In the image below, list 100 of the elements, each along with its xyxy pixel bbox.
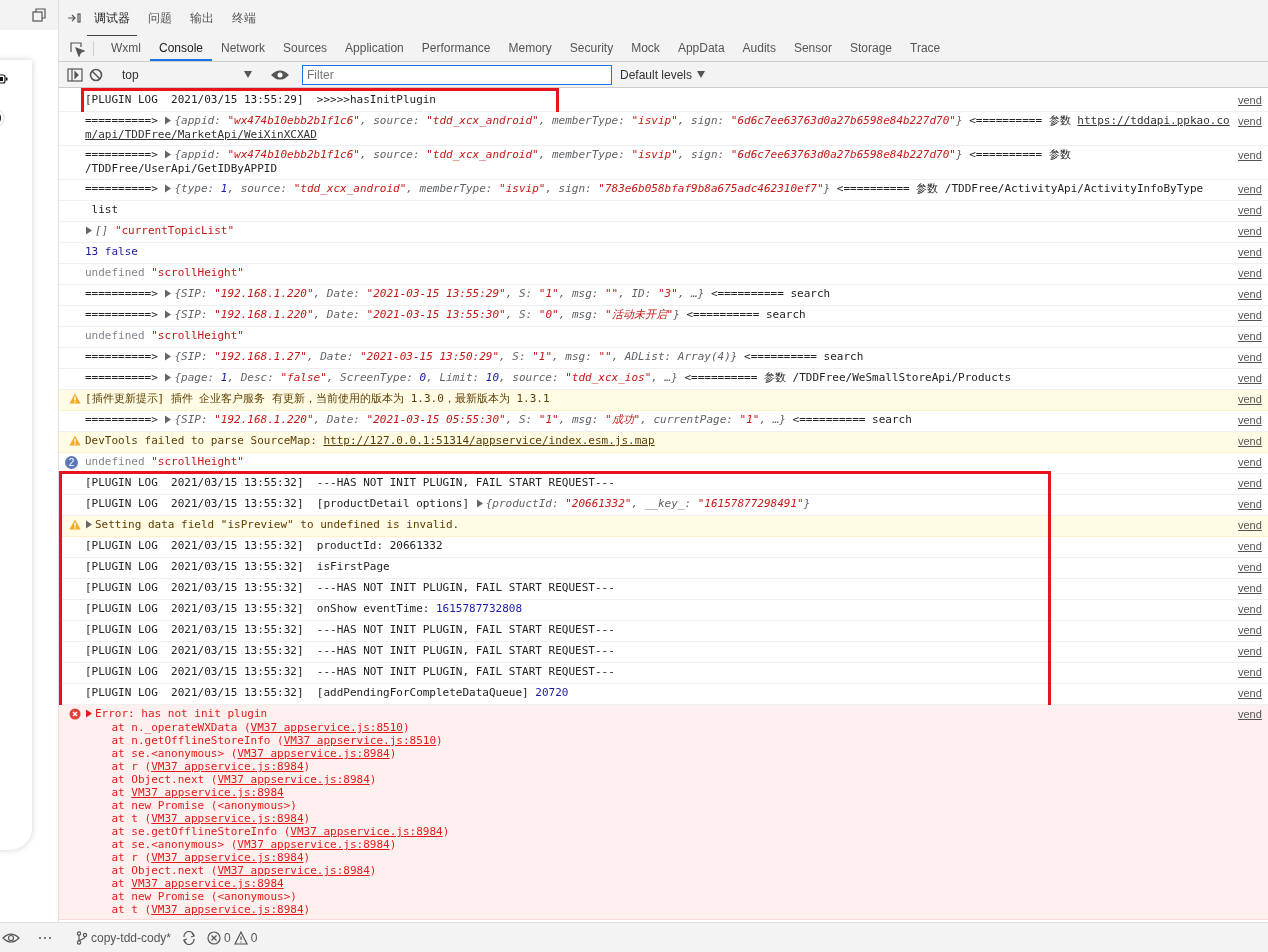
source-link[interactable]: vend	[1238, 246, 1262, 258]
url-link[interactable]: http://127.0.0.1:51314/appservice/index.esm.js.map	[323, 434, 655, 447]
string-value: "192.168.1.220"	[214, 287, 314, 300]
source-link[interactable]: vend	[1238, 477, 1262, 489]
file-link[interactable]: VM37 appservice.js:8984	[151, 812, 304, 825]
source-link[interactable]: vend	[1238, 708, 1262, 720]
url-link[interactable]: m/api/TDDFree/MarketApi/WeiXinXCXAD	[85, 128, 317, 141]
source-link[interactable]: vend	[1238, 94, 1262, 106]
source-link[interactable]: vend	[1238, 435, 1262, 447]
levels-dropdown[interactable]: Default levels	[620, 67, 706, 82]
object-preview-text: , …}	[677, 287, 705, 300]
string-value: "192.168.1.220"	[214, 308, 314, 321]
file-link[interactable]: VM37 appservice.js:8984	[151, 851, 304, 864]
eye-icon[interactable]	[271, 68, 289, 81]
expand-toggle-icon[interactable]	[164, 289, 173, 298]
source-link[interactable]: vend	[1238, 624, 1262, 636]
source-link[interactable]: vend	[1238, 582, 1262, 594]
branch-status[interactable]: copy-tdd-cody*	[76, 930, 172, 945]
devtools-tab[interactable]: Storage	[840, 36, 901, 61]
panel-tab[interactable]: 终端	[225, 0, 263, 37]
sidebar-toggle-icon[interactable]	[67, 67, 83, 82]
more-icon[interactable]	[38, 935, 52, 940]
source-link[interactable]: vend	[1238, 149, 1262, 161]
object-preview-text: , memberType:	[538, 148, 626, 161]
file-link[interactable]: VM37 appservice.js:8984	[151, 760, 304, 773]
source-link[interactable]: vend	[1238, 456, 1262, 468]
devtools-tab[interactable]: Application	[336, 36, 413, 61]
panel-tab[interactable]: 输出	[183, 0, 221, 37]
panel-tab[interactable]: 问题	[141, 0, 179, 37]
devtools-tab[interactable]: Memory	[499, 36, 561, 61]
source-link[interactable]: vend	[1238, 225, 1262, 237]
devtools-tab[interactable]: Network	[212, 36, 275, 61]
devtools-tab[interactable]: Sensor	[784, 36, 841, 61]
source-link[interactable]: vend	[1238, 666, 1262, 678]
source-link[interactable]: vend	[1238, 309, 1262, 321]
window-restore-icon[interactable]	[32, 8, 46, 22]
expand-toggle-icon[interactable]	[85, 226, 93, 235]
object-preview-text: []	[95, 224, 110, 237]
expand-toggle-icon[interactable]	[164, 373, 173, 382]
expand-toggle-icon[interactable]	[164, 310, 173, 319]
devtools-tab[interactable]: Audits	[733, 36, 785, 61]
source-link[interactable]: vend	[1238, 183, 1262, 195]
source-link[interactable]: vend	[1238, 603, 1262, 615]
source-link[interactable]: vend	[1238, 393, 1262, 405]
source-link[interactable]: vend	[1238, 498, 1262, 510]
object-preview-text: , Date:	[306, 350, 355, 363]
error-text: at r (	[110, 851, 152, 864]
source-link[interactable]: vend	[1238, 115, 1262, 127]
undefined-text: undefined	[85, 455, 146, 468]
file-link[interactable]: VM37 appservice.js:8510	[283, 734, 436, 747]
warning-count-icon	[233, 930, 248, 945]
file-link[interactable]: VM37 appservice.js:8984	[237, 838, 390, 851]
eye-icon[interactable]	[2, 931, 20, 944]
url-link[interactable]: https://tddapi.ppkao.co	[1077, 114, 1230, 127]
collapse-panel-icon[interactable]	[67, 11, 83, 25]
string-value: "tdd_xcx_android"	[426, 114, 539, 127]
expand-toggle-icon[interactable]	[164, 150, 173, 159]
devtools-tab[interactable]: Mock	[622, 36, 669, 61]
file-link[interactable]: VM37 appservice.js:8984	[217, 864, 370, 877]
string-value: "currentTopicList"	[114, 224, 235, 237]
filter-field[interactable]: Filter	[302, 64, 612, 85]
expand-toggle-icon[interactable]	[85, 520, 93, 529]
object-preview-text: }	[956, 114, 963, 127]
source-link[interactable]: vend	[1238, 267, 1262, 279]
file-link[interactable]: VM37 appservice.js:8984	[131, 877, 284, 890]
expand-toggle-icon[interactable]	[475, 499, 484, 508]
sync-icon[interactable]	[181, 930, 198, 945]
file-link[interactable]: VM37 appservice.js:8510	[250, 721, 403, 734]
devtools-tab[interactable]: AppData	[668, 36, 734, 61]
devtools-tab[interactable]: Wxml	[102, 36, 150, 61]
devtools-tab[interactable]: Performance	[412, 36, 500, 61]
source-link[interactable]: vend	[1238, 330, 1262, 342]
inspect-element-icon[interactable]	[69, 40, 85, 57]
devtools-tab[interactable]: Trace	[901, 36, 950, 61]
expand-toggle-icon[interactable]	[164, 116, 173, 125]
file-link[interactable]: VM37 appservice.js:8984	[131, 786, 284, 799]
expand-toggle-icon[interactable]	[164, 184, 173, 193]
expand-toggle-icon[interactable]	[164, 415, 173, 424]
file-link[interactable]: VM37 appservice.js:8984	[217, 773, 370, 786]
context-select[interactable]: top	[116, 67, 258, 82]
problems-status[interactable]: 0 0	[207, 930, 258, 945]
clear-console-icon[interactable]	[89, 67, 103, 82]
file-link[interactable]: VM37 appservice.js:8984	[151, 903, 304, 916]
source-link[interactable]: vend	[1238, 540, 1262, 552]
expand-toggle-icon[interactable]	[164, 352, 173, 361]
source-link[interactable]: vend	[1238, 204, 1262, 216]
file-link[interactable]: VM37 appservice.js:8984	[290, 825, 443, 838]
number-value: 13 false	[85, 245, 138, 258]
source-link[interactable]: vend	[1238, 372, 1262, 384]
source-link[interactable]: vend	[1238, 288, 1262, 300]
devtools-tab[interactable]: Security	[560, 36, 623, 61]
source-link[interactable]: vend	[1238, 561, 1262, 573]
expand-toggle-icon[interactable]	[85, 709, 93, 718]
source-link[interactable]: vend	[1238, 414, 1262, 426]
source-link[interactable]: vend	[1238, 351, 1262, 363]
file-link[interactable]: VM37 appservice.js:8984	[237, 747, 390, 760]
source-link[interactable]: vend	[1238, 687, 1262, 699]
source-link[interactable]: vend	[1238, 519, 1262, 531]
devtools-tab[interactable]: Sources	[274, 36, 337, 61]
source-link[interactable]: vend	[1238, 645, 1262, 657]
